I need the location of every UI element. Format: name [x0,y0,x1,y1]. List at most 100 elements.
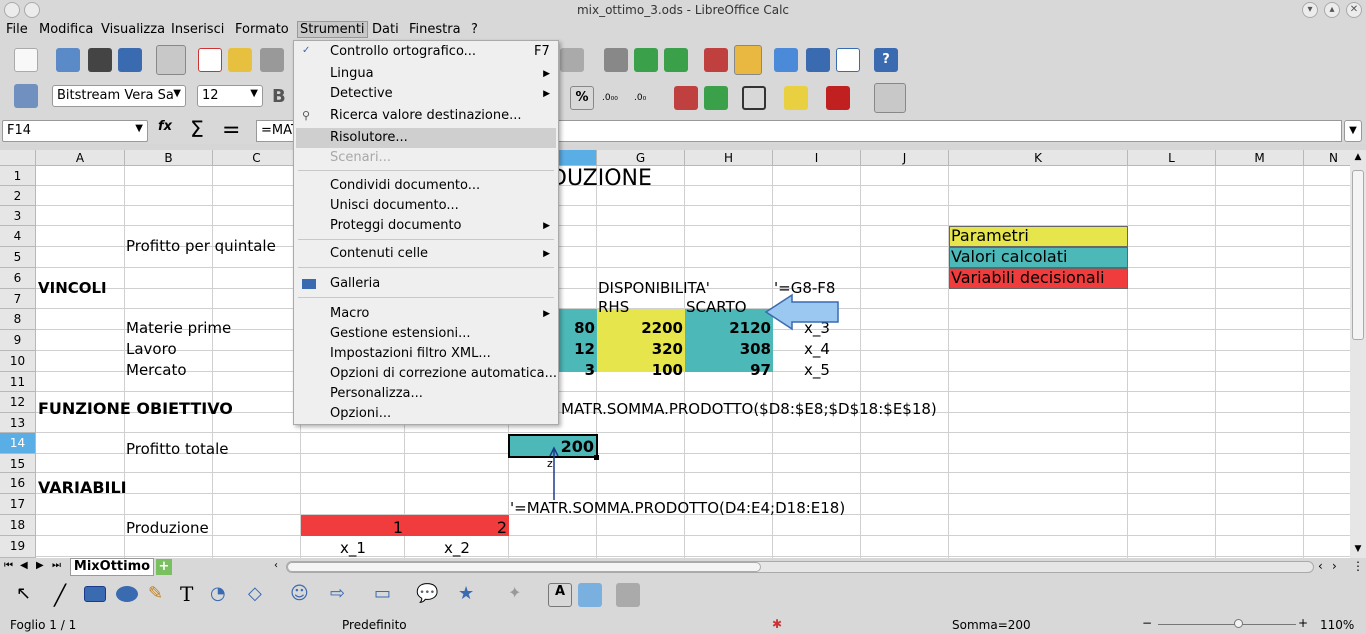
stars-icon[interactable]: ★ [458,583,482,607]
line-icon[interactable]: ╱ [54,583,78,607]
row-header[interactable]: 14 [0,433,36,454]
menu-item-autocorrezione[interactable]: Opzioni di correzione automatica... [330,364,557,384]
hscroll-left-icon[interactable]: ‹ [274,560,278,571]
toggle-grid-icon[interactable] [874,83,906,113]
formula-icon[interactable]: = [222,119,246,143]
column-header[interactable]: B [125,150,213,166]
spreadsheet-grid[interactable]: A B C D E F G H I J K L M N 1 2 3 4 5 6 … [0,150,1350,558]
maximize-button[interactable]: ▴ [1324,2,1340,18]
background-color-icon[interactable] [784,86,808,110]
font-name-select[interactable]: Bitstream Vera Sa ▼ [52,85,186,107]
sort-descending-icon[interactable] [664,48,688,72]
draw-functions-icon[interactable] [734,45,762,75]
menu-item-opzioni[interactable]: Opzioni... [330,404,391,424]
menu-formato[interactable]: Formato [235,22,289,37]
row-header[interactable]: 13 [0,413,36,433]
hscroll-thumb[interactable] [287,562,761,572]
from-file-icon[interactable] [578,583,602,607]
font-color-icon[interactable] [826,86,850,110]
freeform-icon[interactable]: ✎ [148,583,172,607]
vertical-scrollbar[interactable]: ▲ ▼ [1350,150,1366,558]
menu-modifica[interactable]: Modifica [39,22,93,37]
row-header[interactable]: 5 [0,247,36,268]
menu-strumenti[interactable]: Strumenti [297,21,368,38]
menu-item-condividi[interactable]: Condividi documento... [330,176,480,196]
row-header[interactable]: 2 [0,186,36,206]
font-size-select[interactable]: 12 ▼ [197,85,263,107]
column-header[interactable]: C [213,150,301,166]
points-icon[interactable]: ✦ [508,583,532,607]
percent-format-icon[interactable]: % [570,86,594,110]
arrow-line-shape[interactable] [548,446,560,502]
rectangle-icon[interactable] [84,586,106,602]
menu-file[interactable]: File [6,22,28,37]
name-box[interactable]: F14 ▼ [2,120,148,142]
zoom-level[interactable]: 110% [1320,618,1354,632]
redo-icon[interactable] [560,48,584,72]
navigator-icon[interactable] [774,48,798,72]
zoom-out-icon[interactable]: − [1142,616,1152,630]
menu-finestra[interactable]: Finestra [409,22,461,37]
new-document-icon[interactable] [14,48,38,72]
menu-item-scenari[interactable]: Scenari... [330,148,391,168]
row-header[interactable]: 10 [0,351,36,372]
data-sources-icon[interactable] [836,48,860,72]
hyperlink-icon[interactable] [604,48,628,72]
column-header[interactable]: N [1304,150,1350,166]
scroll-down-icon[interactable]: ▼ [1352,544,1364,554]
menu-item-macro[interactable]: Macro ▶ [330,304,556,324]
callout-shapes-icon[interactable]: 💬 [416,583,440,607]
flowchart-icon[interactable]: ▭ [374,583,398,607]
menu-item-risolutore[interactable]: Risolutore... [296,128,556,148]
edit-file-icon[interactable] [156,45,186,75]
print-direct-icon[interactable] [228,48,252,72]
arrow-callout-shape[interactable] [760,292,842,332]
save-icon[interactable] [88,48,112,72]
split-handle-icon[interactable]: ⋮ [1352,559,1364,573]
print-preview-icon[interactable] [260,48,284,72]
row-header[interactable]: 1 [0,166,36,186]
column-header[interactable]: L [1128,150,1216,166]
column-header[interactable]: G [597,150,685,166]
scroll-thumb[interactable] [1352,170,1364,340]
minimize-button[interactable]: ▾ [1302,2,1318,18]
menu-item-contenuti-celle[interactable]: Contenuti celle ▶ [330,244,556,264]
text-icon[interactable]: T [180,582,204,606]
symbol-shapes-icon[interactable]: ☺ [290,583,314,607]
row-header[interactable]: 4 [0,226,36,247]
menu-help[interactable]: ? [471,22,478,37]
export-pdf-icon[interactable] [198,48,222,72]
next-sheet-icon[interactable]: ▶ [36,560,44,571]
expand-formula-icon[interactable]: ▼ [1344,120,1362,142]
menu-item-personalizza[interactable]: Personalizza... [330,384,423,404]
row-header[interactable]: 7 [0,289,36,309]
menu-item-estensioni[interactable]: Gestione estensioni... [330,324,471,344]
gallery-icon[interactable] [806,48,830,72]
menu-item-detective[interactable]: Detective ▶ [330,84,556,104]
row-header[interactable]: 11 [0,372,36,392]
row-header[interactable]: 8 [0,309,36,330]
close-button[interactable]: ✕ [1346,2,1362,18]
row-header[interactable]: 17 [0,494,36,515]
column-header[interactable]: K [949,150,1128,166]
horizontal-scrollbar[interactable] [286,561,1314,573]
zoom-slider-thumb[interactable] [1234,619,1243,628]
save-as-icon[interactable] [118,48,142,72]
row-header[interactable]: 12 [0,392,36,413]
first-sheet-icon[interactable]: ⏮ [4,560,13,571]
row-header[interactable]: 6 [0,268,36,289]
prev-sheet-icon[interactable]: ◀ [20,560,28,571]
add-decimal-icon[interactable]: .0₀₀ [602,86,626,110]
sheet-tab[interactable]: MixOttimo [70,558,154,576]
open-icon[interactable] [56,48,80,72]
menu-dati[interactable]: Dati [372,22,399,37]
ellipse-icon[interactable] [116,586,138,602]
row-header[interactable]: 16 [0,473,36,494]
column-header[interactable]: J [861,150,949,166]
hscroll-right-arrow-icon[interactable]: › [1332,559,1337,573]
function-wizard-icon[interactable]: fx [158,119,182,143]
row-header[interactable]: 15 [0,454,36,473]
row-header[interactable]: 18 [0,515,36,536]
styles-icon[interactable] [14,84,38,108]
menu-item-filtro-xml[interactable]: Impostazioni filtro XML... [330,344,491,364]
